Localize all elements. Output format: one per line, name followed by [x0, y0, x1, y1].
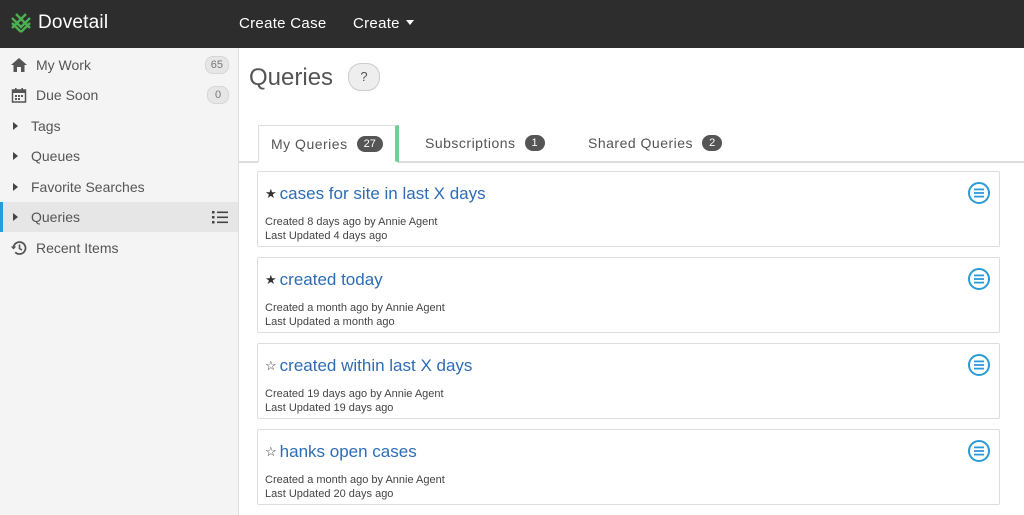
create-dropdown[interactable]: Create [353, 15, 414, 32]
query-tabs: My Queries 27 Subscriptions 1 Shared Que… [239, 125, 1024, 163]
sidebar-item-queues[interactable]: Queues [0, 141, 238, 171]
brand-name: Dovetail [38, 12, 109, 33]
page-title: Queries [249, 64, 334, 91]
star-icon[interactable]: ☆ [265, 444, 277, 459]
sidebar-item-due-soon[interactable]: Due Soon 0 [0, 80, 238, 110]
query-card: ☆ hanks open cases Created a month ago by… [257, 429, 1000, 505]
brand-logo[interactable]: Dovetail [10, 12, 108, 34]
sidebar-item-label: Tags [31, 118, 61, 134]
sidebar: My Work 65 Due Soon 0 Tags Queues Favori… [0, 48, 239, 515]
top-navbar: Dovetail Create Case Create [0, 0, 1024, 48]
my-work-count-badge: 65 [204, 56, 229, 74]
query-card: ☆ created within last X days Created 19 d… [257, 343, 1000, 419]
query-created-meta: Created a month ago by Annie Agent [265, 302, 445, 314]
caret-down-icon [405, 19, 414, 25]
caret-right-icon [13, 183, 18, 191]
tab-shared-queries[interactable]: Shared Queries 2 [588, 125, 723, 161]
query-menu-icon[interactable] [967, 439, 991, 468]
query-created-meta: Created a month ago by Annie Agent [265, 474, 445, 486]
query-menu-icon[interactable] [967, 181, 991, 210]
tab-count-badge: 1 [524, 135, 545, 151]
sidebar-item-tags[interactable]: Tags [0, 111, 238, 141]
query-created-meta: Created 8 days ago by Annie Agent [265, 216, 438, 228]
query-card: ★ created today Created a month ago by An… [257, 257, 1000, 333]
sidebar-item-queries[interactable]: Queries [0, 202, 238, 232]
list-icon[interactable] [212, 210, 228, 227]
query-menu-icon[interactable] [967, 353, 991, 382]
query-link[interactable]: ☆ created within last X days [265, 356, 472, 376]
query-updated-meta: Last Updated 20 days ago [265, 488, 394, 500]
due-soon-count-badge: 0 [207, 86, 229, 104]
calendar-icon [10, 86, 28, 104]
tab-count-badge: 2 [702, 135, 723, 151]
main-content: Queries ? My Queries 27 Subscriptions 1 … [239, 48, 1024, 515]
star-icon[interactable]: ★ [265, 186, 277, 201]
tab-count-badge: 27 [356, 135, 383, 152]
query-card: ★ cases for site in last X days Created 8… [257, 171, 1000, 247]
query-title: hanks open cases [279, 442, 417, 461]
star-icon[interactable]: ★ [265, 272, 277, 287]
query-title: created today [279, 270, 383, 289]
query-link[interactable]: ★ created today [265, 270, 383, 290]
tab-subscriptions[interactable]: Subscriptions 1 [425, 125, 545, 161]
query-updated-meta: Last Updated a month ago [265, 316, 395, 328]
query-updated-meta: Last Updated 4 days ago [265, 230, 388, 242]
tab-label: My Queries [271, 135, 348, 152]
sidebar-item-my-work[interactable]: My Work 65 [0, 50, 238, 80]
sidebar-item-label: Queues [31, 148, 81, 164]
caret-right-icon [13, 152, 18, 160]
help-button[interactable]: ? [348, 63, 380, 91]
dovetail-logo-icon [11, 13, 31, 33]
sidebar-item-label: My Work [36, 57, 91, 73]
create-dropdown-label: Create [353, 15, 400, 32]
tab-my-queries[interactable]: My Queries 27 [258, 125, 399, 163]
sidebar-item-recent-items[interactable]: Recent Items [0, 233, 238, 263]
sidebar-item-label: Favorite Searches [31, 179, 145, 195]
create-case-link[interactable]: Create Case [239, 15, 327, 32]
caret-right-icon [13, 122, 18, 130]
query-updated-meta: Last Updated 19 days ago [265, 402, 394, 414]
query-link[interactable]: ☆ hanks open cases [265, 442, 417, 462]
history-icon [10, 239, 28, 257]
query-created-meta: Created 19 days ago by Annie Agent [265, 388, 444, 400]
tab-label: Shared Queries [588, 135, 694, 151]
sidebar-item-label: Due Soon [36, 87, 99, 103]
query-title: cases for site in last X days [279, 184, 486, 203]
home-icon [10, 56, 28, 74]
star-icon[interactable]: ☆ [265, 358, 277, 373]
query-menu-icon[interactable] [967, 267, 991, 296]
sidebar-item-favorite-searches[interactable]: Favorite Searches [0, 172, 238, 202]
caret-right-icon [13, 213, 18, 221]
tab-label: Subscriptions [425, 135, 516, 151]
query-title: created within last X days [279, 356, 473, 375]
sidebar-item-label: Queries [31, 209, 81, 225]
sidebar-item-label: Recent Items [36, 240, 119, 256]
query-link[interactable]: ★ cases for site in last X days [265, 184, 486, 204]
